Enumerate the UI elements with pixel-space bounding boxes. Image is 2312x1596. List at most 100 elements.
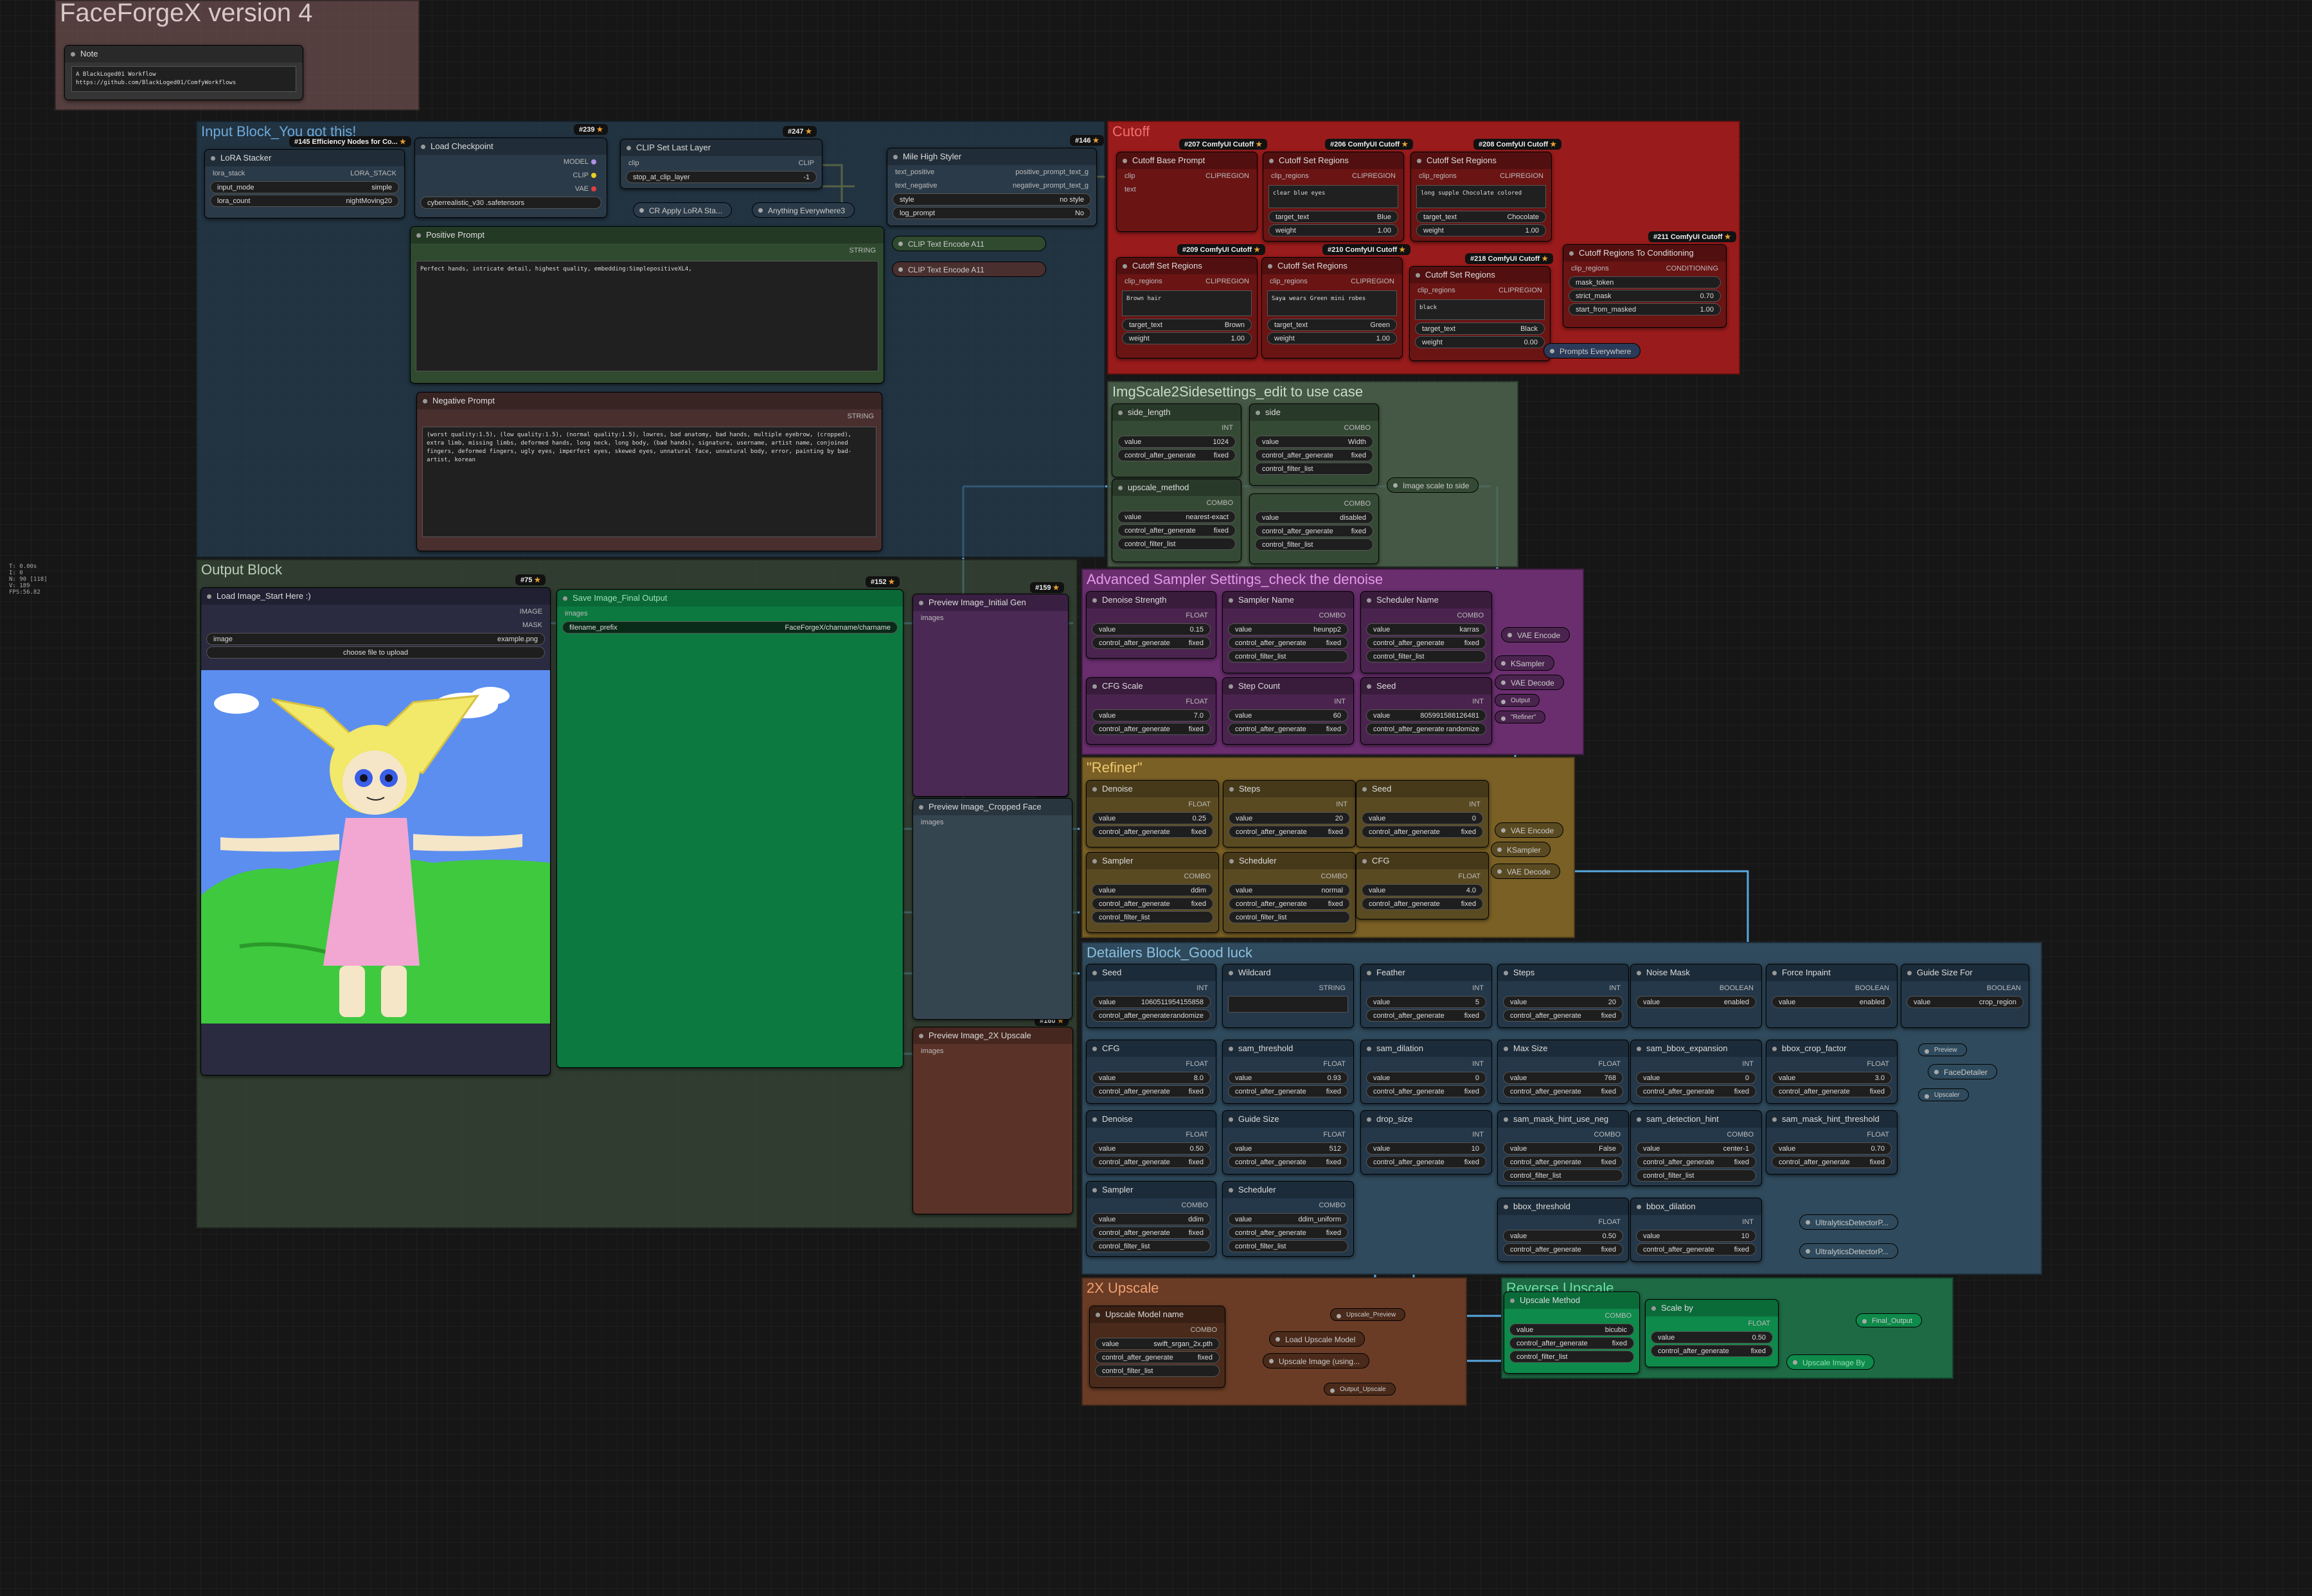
control-after-generate-widget[interactable]: control_after_generate fixed [1503, 1009, 1623, 1022]
cutoff-set-regions-node[interactable]: Cutoff Set Regions clip_regions CLIPREGIO… [1409, 266, 1551, 361]
refiner-reroute-node[interactable]: "Refiner" [1495, 711, 1546, 723]
control-after-generate-widget[interactable]: control_after_generate fixed [1092, 898, 1213, 910]
upscale-image-by-node[interactable]: Upscale Image By [1786, 1354, 1875, 1370]
value-widget[interactable]: value 5 [1366, 996, 1486, 1008]
vae-decode-node[interactable]: VAE Decode [1495, 675, 1564, 690]
detailer-bbox-threshold-node[interactable]: bbox_threshold FLOAT value 0.50 control_aft… [1497, 1198, 1629, 1262]
control-after-generate-widget[interactable]: control_after_generate fixed [1092, 637, 1211, 649]
value-widget[interactable]: value nearest-exact [1117, 511, 1236, 523]
control-filter-list-widget[interactable]: control_filter_list [1228, 650, 1348, 662]
control-after-generate-widget[interactable]: control_after_generate randomize [1366, 723, 1486, 735]
detailer-cfg-node[interactable]: CFG FLOAT value 8.0 control_after_generate f… [1086, 1040, 1216, 1104]
start-from-masked-widget[interactable]: start_from_masked 1.00 [1569, 303, 1721, 315]
value-widget[interactable]: value ddim [1092, 1213, 1211, 1225]
value-widget[interactable]: value karras [1366, 623, 1486, 635]
value-widget[interactable]: value normal [1229, 884, 1350, 896]
ultralytics-detector-node[interactable]: UltralyticsDetectorP... [1799, 1214, 1898, 1230]
value-widget[interactable]: value Width [1255, 436, 1373, 448]
region-text[interactable]: Brown hair [1122, 290, 1252, 316]
value-widget[interactable]: value 0.93 [1228, 1072, 1348, 1084]
control-after-generate-widget[interactable]: control_after_generate fixed [1503, 1156, 1623, 1168]
detailer-wildcard-node[interactable]: Wildcard STRING [1222, 964, 1354, 1028]
detailer-sam-detection-hint-node[interactable]: sam_detection_hint COMBO value center-1 con… [1630, 1110, 1762, 1186]
control-after-generate-widget[interactable]: control_after_generate fixed [1651, 1345, 1773, 1357]
target-text-widget[interactable]: target_text Black [1415, 323, 1545, 335]
note-text[interactable]: A BlackLoged01 Workflow https://github.c… [71, 66, 296, 92]
value-widget[interactable]: value 10 [1366, 1142, 1486, 1155]
control-filter-list-widget[interactable]: control_filter_list [1503, 1169, 1623, 1182]
load-image-node[interactable]: Load Image_Start Here :) IMAGE MASK imag… [200, 587, 551, 1076]
style-widget[interactable]: style no style [893, 193, 1091, 206]
value-widget[interactable]: value enabled [1772, 996, 1892, 1008]
control-filter-list-widget[interactable]: control_filter_list [1636, 1169, 1756, 1182]
detailer-sam-mask-hint-use-neg-node[interactable]: sam_mask_hint_use_neg COMBO value False con… [1497, 1110, 1629, 1186]
ultralytics-detector-node[interactable]: UltralyticsDetectorP... [1799, 1243, 1898, 1259]
positive-prompt-node[interactable]: Positive Prompt STRING Perfect hands, in… [410, 226, 884, 384]
cutoff-set-regions-node[interactable]: Cutoff Set Regions clip_regions CLIPREGIO… [1261, 257, 1403, 359]
value-widget[interactable]: value 0.50 [1651, 1331, 1773, 1343]
detailer-bbox-crop-factor-node[interactable]: bbox_crop_factor FLOAT value 3.0 control_af… [1766, 1040, 1898, 1104]
value-widget[interactable]: value enabled [1636, 996, 1756, 1008]
value-widget[interactable]: value 0.50 [1092, 1142, 1211, 1155]
value-widget[interactable]: value ddim_uniform [1228, 1213, 1348, 1225]
final-output-reroute[interactable]: Final_Output [1856, 1313, 1922, 1327]
control-after-generate-widget[interactable]: control_after_generate fixed [1228, 1085, 1348, 1097]
denoise-strength-node[interactable]: Denoise Strength FLOAT value 0.15 control… [1086, 591, 1216, 659]
upscale-model-name-node[interactable]: Upscale Model name COMBO value swift_srga… [1089, 1306, 1225, 1388]
refiner-vae-encode-node[interactable]: VAE Encode [1495, 822, 1564, 838]
refiner-denoise-node[interactable]: Denoise FLOAT value 0.25 control_after_ge… [1086, 780, 1219, 847]
target-text-widget[interactable]: target_text Blue [1268, 211, 1398, 223]
control-after-generate-widget[interactable]: control_after_generate fixed [1503, 1085, 1623, 1097]
value-widget[interactable]: value 8.0 [1092, 1072, 1211, 1084]
control-filter-list-widget[interactable]: control_filter_list [1229, 911, 1350, 923]
ksampler-node[interactable]: KSampler [1495, 655, 1554, 671]
output-reroute-node[interactable]: Output [1495, 694, 1540, 707]
value-widget[interactable]: value 0.15 [1092, 623, 1211, 635]
mile-high-styler-node[interactable]: Mile High Styler text_positive positive_p… [887, 148, 1097, 226]
cutoff-regions-to-conditioning-node[interactable]: Cutoff Regions To Conditioning clip_regi… [1563, 244, 1727, 328]
control-filter-list-widget[interactable]: control_filter_list [1117, 538, 1236, 550]
control-after-generate-widget[interactable]: control_after_generate fixed [1636, 1085, 1756, 1097]
control-after-generate-widget[interactable]: control_after_generate fixed [1092, 723, 1211, 735]
weight-widget[interactable]: weight 0.00 [1415, 336, 1545, 348]
control-after-generate-widget[interactable]: control_after_generate fixed [1229, 898, 1350, 910]
control-after-generate-widget[interactable]: control_after_generate fixed [1228, 723, 1348, 735]
step-count-node[interactable]: Step Count INT value 60 control_after_gen… [1222, 677, 1354, 745]
prompts-everywhere-node[interactable]: Prompts Everywhere [1543, 343, 1641, 359]
control-after-generate-widget[interactable]: control_after_generate fixed [1092, 1085, 1211, 1097]
cutoff-set-regions-node[interactable]: Cutoff Set Regions clip_regions CLIPREGIO… [1263, 152, 1404, 242]
value-widget[interactable]: value 0.50 [1503, 1230, 1623, 1242]
control-after-generate-widget[interactable]: control_after_generate fixed [1255, 525, 1373, 537]
control-filter-list-widget[interactable]: control_filter_list [1255, 538, 1373, 551]
control-after-generate-widget[interactable]: control_after_generate fixed [1366, 1085, 1486, 1097]
face-detailer-node[interactable]: FaceDetailer [1928, 1064, 1998, 1079]
output-upscale-reroute[interactable]: Output_Upscale [1324, 1383, 1396, 1396]
value-widget[interactable]: value 1024 [1117, 436, 1236, 448]
control-after-generate-widget[interactable]: control_after_generate fixed [1092, 1156, 1211, 1168]
control-after-generate-widget[interactable]: control_after_generate fixed [1092, 826, 1213, 838]
cr-apply-lora-node[interactable]: CR Apply LoRA Sta... [633, 202, 733, 218]
control-after-generate-widget[interactable]: control_after_generate fixed [1366, 1156, 1486, 1168]
image-select-widget[interactable]: image example.png [206, 633, 545, 645]
filename-prefix-widget[interactable]: filename_prefix FaceForgeX/charname/charn… [562, 621, 898, 634]
control-after-generate-widget[interactable]: control_after_generate fixed [1255, 449, 1373, 461]
positive-prompt-text[interactable]: Perfect hands, intricate detail, highest… [416, 261, 878, 371]
value-widget[interactable]: value 0.25 [1092, 812, 1213, 824]
value-widget[interactable]: value 4.0 [1362, 884, 1483, 896]
refiner-seed-node[interactable]: Seed INT value 0 control_after_generate fi… [1356, 780, 1489, 847]
upscale-image-node[interactable]: Upscale Image (using... [1263, 1353, 1370, 1369]
control-filter-list-widget[interactable]: control_filter_list [1095, 1365, 1220, 1377]
control-after-generate-widget[interactable]: control_after_generate fixed [1509, 1337, 1634, 1349]
image-scale-to-side-node[interactable]: Image scale to side [1387, 477, 1479, 493]
control-filter-list-widget[interactable]: control_filter_list [1255, 463, 1373, 475]
detailer-seed-node[interactable]: Seed INT value 1060511954155858 control_aft… [1086, 964, 1216, 1028]
value-widget[interactable]: value center-1 [1636, 1142, 1756, 1155]
control-after-generate-widget[interactable]: control_after_generate fixed [1117, 524, 1236, 536]
upscale-method-node[interactable]: upscale_method COMBO value nearest-exact … [1112, 479, 1241, 562]
side-length-node[interactable]: side_length INT value 1024 control_after_… [1112, 403, 1241, 477]
cutoff-set-regions-node[interactable]: Cutoff Set Regions clip_regions CLIPREGIO… [1116, 257, 1258, 359]
value-widget[interactable]: value 60 [1228, 709, 1348, 722]
control-after-generate-widget[interactable]: control_after_generate fixed [1772, 1156, 1892, 1168]
value-widget[interactable]: value crop_region [1907, 996, 2023, 1008]
lora-count-widget[interactable]: lora_count nightMoving20 [210, 195, 399, 207]
